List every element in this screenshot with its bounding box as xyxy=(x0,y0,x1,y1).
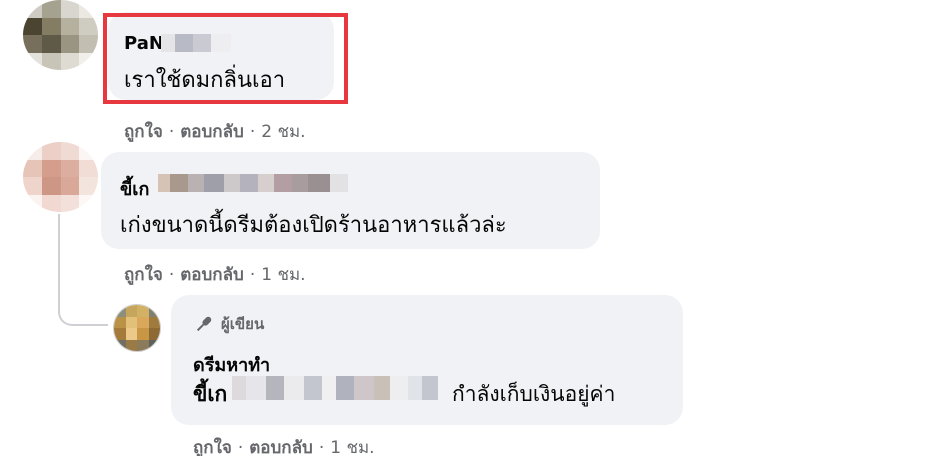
comment-text: เก่งขนาดนี้ดรีมต้องเปิดร้านอาหารแล้วล่ะ xyxy=(120,213,507,238)
author-badge: ผู้เขียน xyxy=(193,312,264,336)
reply-button[interactable]: ตอบกลับ xyxy=(180,265,244,285)
reply-author[interactable]: ดรีมหาทำ xyxy=(193,350,270,379)
avatar[interactable] xyxy=(23,142,98,212)
like-button[interactable]: ถูกใจ xyxy=(193,438,232,456)
comment-actions: ถูกใจ · ตอบกลับ · 2 ชม. xyxy=(124,118,306,145)
thread-connector xyxy=(58,214,108,326)
separator: · xyxy=(249,122,256,142)
timestamp[interactable]: 2 ชม. xyxy=(261,122,305,142)
reply-actions: ถูกใจ · ตอบกลับ · 1 ชม. xyxy=(193,434,375,456)
separator: · xyxy=(168,122,175,142)
reply-text: กำลังเก็บเงินอยู่ค่า xyxy=(452,382,616,406)
avatar[interactable] xyxy=(113,304,161,352)
censored-name xyxy=(232,376,438,400)
reply-mention[interactable]: ขี้เก xyxy=(193,378,227,411)
timestamp[interactable]: 1 ชม. xyxy=(261,265,305,285)
like-button[interactable]: ถูกใจ xyxy=(124,265,163,285)
timestamp[interactable]: 1 ชม. xyxy=(330,438,374,456)
author-badge-label: ผู้เขียน xyxy=(221,315,265,333)
separator: · xyxy=(237,438,244,456)
like-button[interactable]: ถูกใจ xyxy=(124,122,163,142)
censored-name xyxy=(158,174,348,192)
reply-button[interactable]: ตอบกลับ xyxy=(180,122,244,142)
separator: · xyxy=(249,265,256,285)
comment-author[interactable]: ขี้เก xyxy=(120,174,149,203)
comment-actions: ถูกใจ · ตอบกลับ · 1 ชม. xyxy=(124,261,306,288)
highlight-box xyxy=(103,13,348,104)
separator: · xyxy=(318,438,325,456)
separator: · xyxy=(168,265,175,285)
reply-button[interactable]: ตอบกลับ xyxy=(249,438,313,456)
microphone-icon xyxy=(193,314,215,334)
avatar[interactable] xyxy=(23,0,98,70)
